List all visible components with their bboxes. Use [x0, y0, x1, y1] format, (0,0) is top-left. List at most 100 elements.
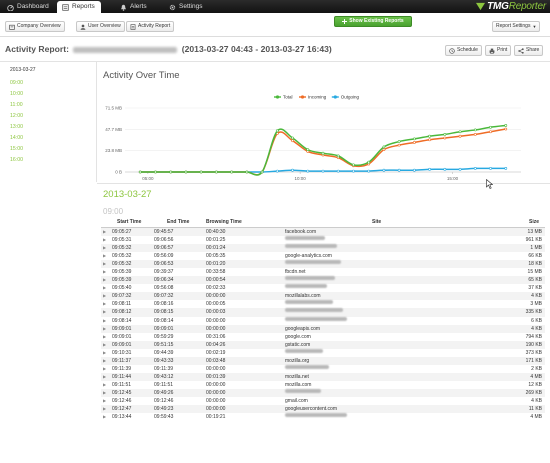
expand-row-icon[interactable]: ▶ [103, 373, 106, 381]
expand-row-icon[interactable]: ▶ [103, 244, 106, 252]
cell-browsing-time: 00:00:00 [206, 317, 226, 324]
table-row[interactable]: ▶ 09:12:47 09:49:23 00:00:00 googleuserconte… [101, 405, 545, 414]
table-row[interactable]: ▶ 09:11:39 09:11:39 00:00:00 2 KB [101, 364, 545, 373]
sidebar-hour-link[interactable]: 15:00 [10, 146, 23, 152]
column-header-browsing-time[interactable]: Browsing Time [206, 218, 242, 227]
cell-browsing-time: 00:02:33 [206, 285, 226, 292]
data-point [154, 170, 157, 174]
table-row[interactable]: ▶ 09:08:12 09:08:15 00:00:03 335 KB [101, 308, 545, 317]
expand-row-icon[interactable]: ▶ [103, 228, 106, 236]
table-row[interactable]: ▶ 09:05:32 09:56:09 00:05:35 google-analytic… [101, 252, 545, 260]
table-row[interactable]: ▶ 09:08:14 09:08:14 00:00:00 6 KB [101, 316, 545, 325]
cell-browsing-time: 00:19:21 [206, 414, 226, 421]
expand-row-icon[interactable]: ▶ [103, 413, 106, 421]
table-row[interactable]: ▶ 09:09:01 09:59:29 00:31:06 google.com 794 K… [101, 333, 545, 341]
table-row[interactable]: ▶ 09:05:32 09:06:57 00:01:24 1 MB [101, 244, 545, 253]
expand-row-icon[interactable]: ▶ [103, 357, 106, 365]
sidebar-hour-link[interactable]: 16:00 [10, 157, 23, 163]
table-row[interactable]: ▶ 09:09:01 09:51:15 00:04:26 gstatic.com 190 … [101, 340, 545, 349]
data-point [489, 167, 492, 170]
schedule-button[interactable]: Schedule [445, 45, 482, 56]
tab-reports[interactable]: Reports [57, 1, 101, 13]
data-point [199, 170, 203, 174]
table-row[interactable]: ▶ 09:05:32 09:06:53 00:01:20 18 KB [101, 260, 545, 269]
data-point [504, 124, 508, 127]
table-row[interactable]: ▶ 09:07:32 09:07:32 00:00:00 mozillalabs.com… [101, 292, 545, 301]
data-point [352, 169, 355, 173]
cell-size: 12 KB [528, 381, 542, 388]
show-existing-reports-button[interactable]: Show Existing Reports [334, 16, 412, 27]
table-row[interactable]: ▶ 09:11:44 09:43:12 00:01:39 mozilla.net 4 MB [101, 372, 545, 381]
cell-end-time: 09:44:39 [154, 349, 174, 356]
table-row[interactable]: ▶ 09:12:46 09:12:46 00:00:00 gmail.com 4 KB [101, 397, 545, 405]
tab-settings[interactable]: Settings [164, 1, 209, 13]
table-row[interactable]: ▶ 09:11:51 09:11:51 00:00:00 mozilla.com 12 K… [101, 381, 545, 389]
expand-row-icon[interactable]: ▶ [103, 341, 106, 349]
sidebar-hour-link[interactable]: 10:00 [10, 91, 23, 97]
table-row[interactable]: ▶ 09:05:40 09:56:08 00:02:33 37 KB [101, 284, 545, 292]
cell-start-time: 09:11:51 [112, 381, 132, 388]
expand-row-icon[interactable]: ▶ [103, 349, 106, 357]
print-button[interactable]: Print [485, 45, 512, 56]
table-row[interactable]: ▶ 09:05:39 09:39:37 00:33:58 fbcdn.net 15 MB [101, 268, 545, 276]
tmg-reporter-logo: TMGReporter [476, 0, 546, 13]
column-header-size[interactable]: Size [529, 218, 539, 227]
cell-start-time: 09:08:14 [112, 317, 132, 324]
expand-row-icon[interactable]: ▶ [103, 300, 106, 308]
expand-row-icon[interactable]: ▶ [103, 292, 106, 300]
report-settings-button[interactable]: Report Settings ▼ [492, 21, 541, 32]
cell-size: 6 KB [531, 317, 542, 324]
data-point [489, 130, 492, 134]
expand-row-icon[interactable]: ▶ [103, 317, 106, 325]
data-point [275, 169, 279, 173]
tab-alerts[interactable]: Alerts [115, 1, 153, 13]
tab-dashboard[interactable]: Dashboard [2, 1, 55, 13]
expand-row-icon[interactable]: ▶ [103, 260, 106, 268]
expand-row-icon[interactable]: ▶ [103, 405, 106, 413]
company-overview-button[interactable]: Company Overview [5, 21, 65, 32]
expand-row-icon[interactable]: ▶ [103, 284, 106, 292]
expand-row-icon[interactable]: ▶ [103, 268, 106, 276]
table-row[interactable]: ▶ 09:05:27 09:45:57 00:40:30 facebook.com 13 … [101, 228, 545, 237]
share-button[interactable]: Share [514, 45, 544, 56]
table-row[interactable]: ▶ 09:10:31 09:44:39 00:02:19 373 KB [101, 348, 545, 357]
cell-end-time: 09:49:26 [154, 389, 174, 396]
data-point [428, 138, 432, 142]
sidebar-hour-link[interactable]: 12:00 [10, 113, 23, 119]
sidebar-hour-link[interactable]: 13:00 [10, 124, 23, 130]
expand-row-icon[interactable]: ▶ [103, 333, 106, 341]
user-overview-button[interactable]: User Overview [76, 21, 125, 32]
activity-report-button[interactable]: Activity Report [126, 21, 175, 32]
data-point [443, 136, 447, 140]
table-row[interactable]: ▶ 09:05:39 09:06:34 00:00:54 65 KB [101, 276, 545, 285]
expand-row-icon[interactable]: ▶ [103, 325, 106, 333]
logo-text: TMGReporter [487, 1, 546, 12]
expand-row-icon[interactable]: ▶ [103, 308, 106, 316]
table-row[interactable]: ▶ 09:05:31 09:06:56 00:01:25 961 KB [101, 236, 545, 244]
cell-browsing-time: 00:01:39 [206, 373, 226, 380]
expand-row-icon[interactable]: ▶ [103, 276, 106, 284]
expand-row-icon[interactable]: ▶ [103, 397, 106, 405]
sidebar-hour-link[interactable]: 09:00 [10, 80, 23, 86]
table-row[interactable]: ▶ 09:11:37 09:43:33 00:03:48 mozilla.org 171 … [101, 356, 545, 365]
data-point [336, 169, 340, 173]
table-row[interactable]: ▶ 09:09:01 09:09:01 00:00:00 googleapis.com 4… [101, 324, 545, 333]
expand-row-icon[interactable]: ▶ [103, 236, 106, 244]
sidebar-hour-link[interactable]: 11:00 [10, 102, 23, 108]
cell-site: googleusercontent.com [285, 406, 337, 413]
expand-row-icon[interactable]: ▶ [103, 389, 106, 397]
table-row[interactable]: ▶ 09:13:44 09:59:43 00:19:21 4 MB [101, 413, 545, 421]
table-row[interactable]: ▶ 09:12:45 09:49:26 00:00:00 269 KB [101, 388, 545, 397]
cell-end-time: 09:06:53 [154, 261, 174, 268]
expand-row-icon[interactable]: ▶ [103, 365, 106, 373]
expand-row-icon[interactable]: ▶ [103, 252, 106, 260]
column-header-start-time[interactable]: Start Time [117, 218, 141, 227]
table-row[interactable]: ▶ 09:08:11 09:08:16 00:00:05 3 MB [101, 300, 545, 308]
expand-row-icon[interactable]: ▶ [103, 381, 106, 389]
sidebar-hour-link[interactable]: 14:00 [10, 135, 23, 141]
hour-sidebar: 2013-03-27 09:00 10:00 11:00 12:00 13:00… [0, 62, 97, 182]
cell-start-time: 09:11:44 [112, 373, 132, 380]
column-header-site[interactable]: Site [372, 218, 381, 227]
chart-divider [97, 183, 550, 184]
column-header-end-time[interactable]: End Time [167, 218, 189, 227]
